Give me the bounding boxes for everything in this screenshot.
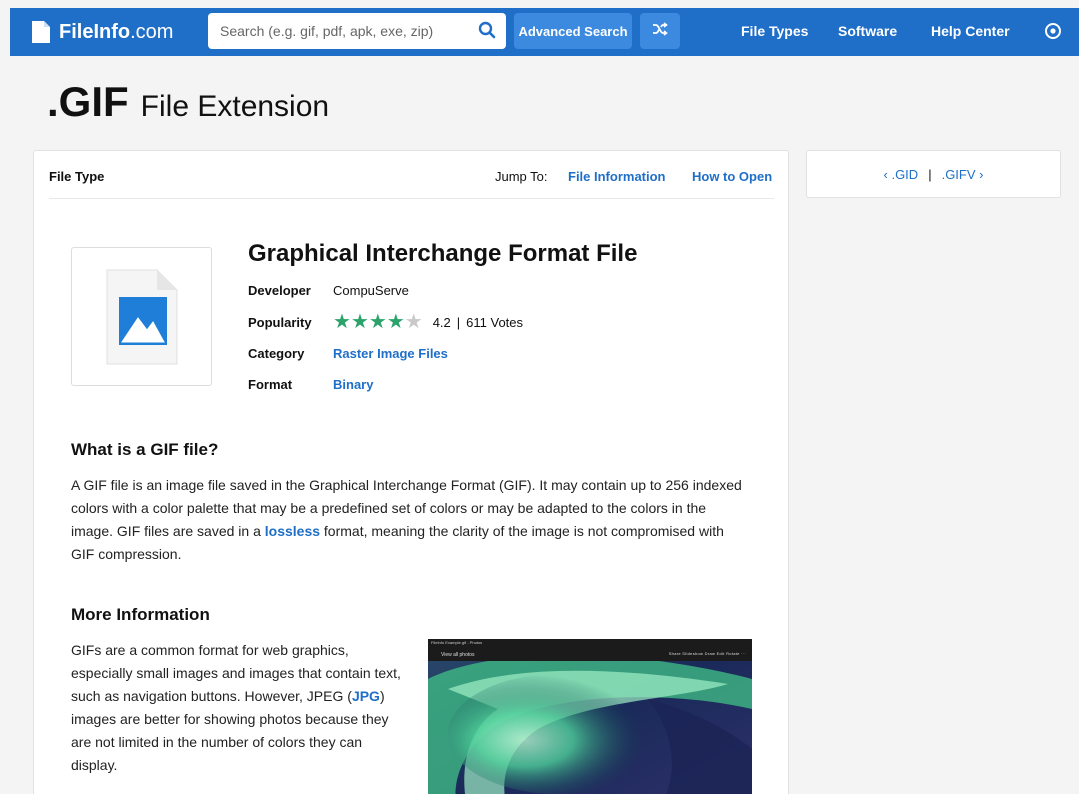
top-navigation-bar: FileInfo.com Advanced Search File Types … bbox=[10, 8, 1079, 56]
jump-file-information-link[interactable]: File Information bbox=[568, 169, 666, 184]
title-extension: .GIF bbox=[47, 78, 129, 125]
rating-separator: | bbox=[456, 314, 461, 330]
more-info-paragraph: GIFs are a common format for web graphic… bbox=[71, 639, 406, 777]
fileinfo-logo[interactable]: FileInfo.com bbox=[32, 21, 173, 44]
search-icon[interactable] bbox=[478, 21, 496, 44]
logo-suffix: .com bbox=[130, 20, 174, 43]
nav-file-types[interactable]: File Types bbox=[741, 23, 808, 39]
jump-how-to-open-link[interactable]: How to Open bbox=[692, 169, 772, 184]
rating-value: 4.2 bbox=[432, 314, 451, 330]
logo-main: FileInfo bbox=[59, 20, 131, 43]
page-title: .GIF File Extension bbox=[47, 78, 329, 126]
file-info-card: File Type Jump To: File Information How … bbox=[33, 150, 789, 794]
photos-window-title: FileInfo Example.gif - Photos bbox=[431, 640, 483, 645]
view-all-photos: View all photos bbox=[441, 652, 475, 658]
search-input[interactable] bbox=[208, 13, 458, 49]
lossless-link[interactable]: lossless bbox=[265, 523, 320, 539]
more-info-heading: More Information bbox=[71, 605, 210, 624]
file-icon bbox=[32, 21, 50, 43]
star-icon: ★ bbox=[368, 311, 387, 333]
title-suffix: File Extension bbox=[140, 90, 330, 123]
file-icon-box bbox=[71, 247, 212, 386]
shuffle-icon bbox=[652, 21, 668, 41]
settings-icon[interactable] bbox=[1044, 22, 1062, 45]
popularity-label: Popularity bbox=[248, 314, 312, 330]
developer-label: Developer bbox=[248, 283, 311, 298]
format-label: Format bbox=[248, 377, 293, 392]
image-file-icon bbox=[105, 268, 179, 371]
star-icon: ★ bbox=[386, 311, 405, 333]
developer-value: CompuServe bbox=[333, 283, 409, 298]
format-row: Format Binary bbox=[248, 377, 373, 392]
next-extension-link[interactable]: .GIFV › bbox=[942, 167, 984, 182]
search-box bbox=[208, 13, 506, 49]
what-is-paragraph: A GIF file is an image file saved in the… bbox=[71, 474, 751, 566]
example-screenshot: FileInfo Example.gif - Photos View all p… bbox=[428, 639, 752, 794]
side-separator: | bbox=[928, 166, 932, 182]
star-icon: ★ bbox=[350, 311, 369, 333]
jump-to-label: Jump To: bbox=[495, 169, 548, 184]
photos-app-toolbar: FileInfo Example.gif - Photos View all p… bbox=[428, 639, 752, 661]
rating-stars: ★ ★ ★ ★ ★ bbox=[333, 312, 423, 332]
prev-extension-link[interactable]: ‹ .GID bbox=[884, 167, 919, 182]
card-header: File Type Jump To: File Information How … bbox=[49, 151, 774, 199]
star-icon: ★ bbox=[404, 311, 423, 333]
developer-row: Developer CompuServe bbox=[248, 283, 409, 298]
category-link[interactable]: Raster Image Files bbox=[333, 346, 448, 361]
logo-text: FileInfo.com bbox=[59, 21, 173, 44]
adjacent-extensions-card: ‹ .GID | .GIFV › bbox=[806, 150, 1061, 198]
what-is-heading: What is a GIF file? bbox=[71, 440, 219, 459]
file-type-name: Graphical Interchange Format File bbox=[248, 240, 638, 267]
nav-software[interactable]: Software bbox=[838, 23, 897, 39]
category-row: Category Raster Image Files bbox=[248, 346, 448, 361]
advanced-search-button[interactable]: Advanced Search bbox=[514, 13, 632, 49]
photos-tools: Share Slideshow Draw Edit Rotate ··· bbox=[668, 651, 746, 656]
star-icon: ★ bbox=[333, 311, 351, 333]
random-file-button[interactable] bbox=[640, 13, 680, 49]
category-label: Category bbox=[248, 346, 305, 361]
file-type-label: File Type bbox=[49, 169, 105, 184]
format-link[interactable]: Binary bbox=[333, 377, 373, 392]
nav-help-center[interactable]: Help Center bbox=[931, 23, 1010, 39]
jpg-link[interactable]: JPG bbox=[352, 688, 380, 704]
popularity-row: Popularity ★ ★ ★ ★ ★ 4.2 | 611 Votes bbox=[248, 312, 523, 332]
aurora-image bbox=[428, 639, 752, 794]
vote-count: 611 Votes bbox=[466, 314, 524, 330]
